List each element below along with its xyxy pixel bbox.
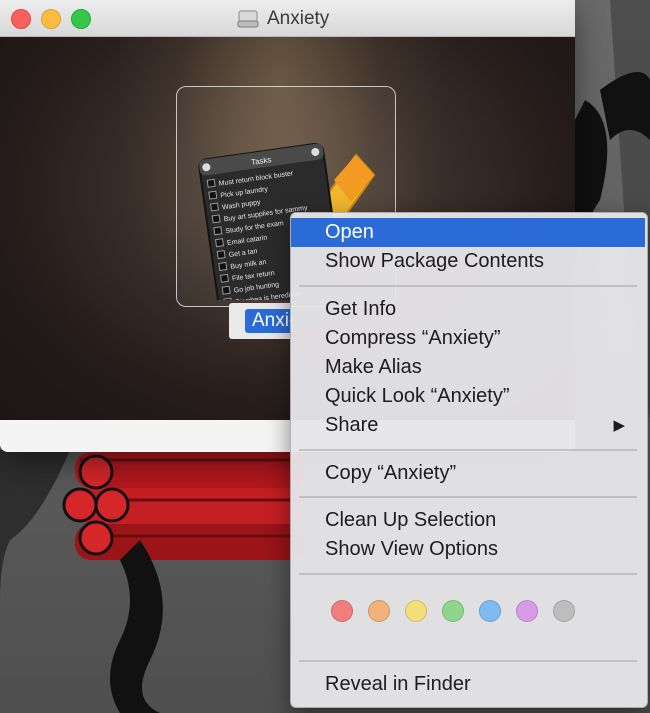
menu-item-compress-anxiety[interactable]: Compress “Anxiety”	[291, 324, 645, 353]
close-button[interactable]	[11, 9, 31, 29]
task-checkbox	[218, 261, 228, 271]
menu-item-show-view-options[interactable]: Show View Options	[291, 535, 645, 564]
menu-item-get-info[interactable]: Get Info	[291, 295, 645, 324]
window-title-text: Anxiety	[267, 8, 330, 29]
task-checkbox	[208, 190, 218, 200]
menu-item-label: Make Alias	[325, 356, 422, 378]
menu-item-reveal-in-finder[interactable]: Reveal in Finder	[291, 670, 645, 699]
menu-separator	[299, 573, 637, 575]
tag-blue-button[interactable]	[479, 600, 501, 622]
menu-separator	[299, 660, 637, 662]
menu-item-label: Copy “Anxiety”	[325, 462, 457, 484]
task-checkbox	[211, 214, 221, 224]
menu-item-show-package-contents[interactable]: Show Package Contents	[291, 247, 645, 276]
context-menu: Open Show Package Contents Get Info Compres…	[290, 212, 648, 708]
menu-separator	[299, 449, 637, 451]
task-checkbox	[219, 273, 230, 283]
menu-item-open[interactable]: Open	[291, 218, 645, 247]
menu-item-share[interactable]: Share ▶	[291, 411, 645, 440]
rename-selection[interactable]: Anxie	[245, 309, 293, 333]
menu-separator	[299, 496, 637, 498]
menu-separator	[299, 285, 637, 287]
tag-purple-button[interactable]	[516, 600, 538, 622]
task-checkbox	[214, 238, 225, 248]
task-checkbox	[216, 250, 226, 260]
tag-red-button[interactable]	[331, 600, 353, 622]
menu-item-label: Get Info	[325, 298, 397, 320]
menu-item-label: Reveal in Finder	[325, 673, 471, 695]
menu-item-label: Compress “Anxiety”	[325, 327, 501, 349]
task-checkbox	[209, 202, 220, 212]
menu-item-clean-up-selection[interactable]: Clean Up Selection	[291, 506, 645, 535]
zoom-button[interactable]	[71, 9, 91, 29]
title-bar: Anxiety	[0, 0, 575, 37]
menu-item-label: Clean Up Selection	[325, 509, 497, 531]
tag-orange-button[interactable]	[368, 600, 390, 622]
tag-green-button[interactable]	[442, 600, 464, 622]
menu-item-label: Quick Look “Anxiety”	[325, 385, 510, 407]
menu-item-label: Show View Options	[325, 538, 499, 560]
menu-item-label: Show Package Contents	[325, 250, 545, 272]
task-checkbox	[206, 178, 216, 188]
menu-item-label: Open	[325, 221, 374, 243]
minimize-button[interactable]	[41, 9, 61, 29]
menu-item-label: Share	[325, 414, 379, 436]
drive-icon	[237, 10, 259, 28]
menu-item-make-alias[interactable]: Make Alias	[291, 353, 645, 382]
menu-item-copy-anxiety[interactable]: Copy “Anxiety”	[291, 459, 645, 488]
submenu-arrow-icon: ▶	[613, 417, 625, 434]
menu-item-quick-look-anxiety[interactable]: Quick Look “Anxiety”	[291, 382, 645, 411]
window-title: Anxiety	[237, 8, 329, 30]
tag-yellow-button[interactable]	[405, 600, 427, 622]
task-checkbox	[221, 285, 231, 295]
task-checkbox	[213, 226, 223, 236]
tag-gray-button[interactable]	[553, 600, 575, 622]
